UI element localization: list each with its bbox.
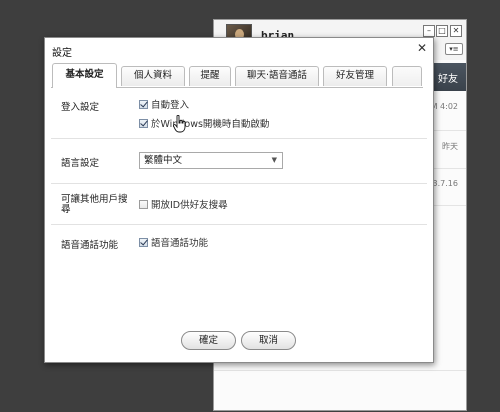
cancel-button[interactable]: 取消 — [241, 331, 296, 350]
tab-profile[interactable]: 個人資料 — [121, 66, 185, 86]
language-select-value: 繁體中文 — [144, 155, 183, 166]
tab-notifications[interactable]: 提醒 — [189, 66, 231, 86]
allow-id-search-checkbox[interactable] — [139, 199, 148, 209]
allow-id-search-option[interactable]: 開放ID供好友搜尋 — [139, 197, 228, 211]
menu-dropdown-icon[interactable]: ▾≡ — [445, 43, 463, 55]
tab-basic-settings[interactable]: 基本設定 — [52, 63, 117, 88]
auto-login-checkbox[interactable] — [139, 99, 148, 109]
settings-tabs: 基本設定 個人資料 提醒 聊天·語音通話 好友管理 — [51, 63, 423, 88]
voice-call-label: 語音通話功能 — [61, 240, 119, 251]
dialog-title: 設定 — [52, 48, 72, 59]
list-divider — [214, 370, 466, 371]
search-visibility-label: 可讓其他用戶搜尋 — [61, 194, 128, 215]
start-on-boot-checkbox[interactable] — [139, 118, 148, 128]
allow-id-search-label[interactable]: 開放ID供好友搜尋 — [151, 200, 228, 211]
section-divider — [51, 183, 427, 184]
tab-chat-voice[interactable]: 聊天·語音通話 — [235, 66, 319, 86]
ok-button[interactable]: 確定 — [181, 331, 236, 350]
tab-friends[interactable]: 好友 — [438, 70, 458, 85]
section-divider — [51, 224, 427, 225]
start-on-boot-option[interactable]: 於Windows開機時自動啟動 — [139, 116, 269, 130]
voice-call-option[interactable]: 語音通話功能 — [139, 235, 208, 249]
settings-dialog: 設定 ✕ 基本設定 個人資料 提醒 聊天·語音通話 好友管理 登入設定 自動登入… — [44, 37, 434, 363]
auto-login-label[interactable]: 自動登入 — [151, 100, 189, 111]
hand-cursor-icon — [173, 115, 186, 133]
language-settings-label: 語言設定 — [61, 158, 100, 169]
close-icon[interactable]: ✕ — [450, 25, 462, 37]
chat-time: 昨天 — [442, 142, 458, 151]
close-icon[interactable]: ✕ — [417, 41, 427, 55]
login-settings-label: 登入設定 — [61, 102, 100, 113]
chevron-down-icon: ▼ — [271, 156, 277, 164]
voice-call-checkbox[interactable] — [139, 237, 148, 247]
section-divider — [51, 138, 427, 139]
maximize-icon[interactable]: □ — [436, 25, 448, 37]
tab-strip-filler — [392, 66, 422, 86]
tab-friend-management[interactable]: 好友管理 — [323, 66, 387, 86]
language-select[interactable]: 繁體中文 ▼ — [139, 152, 283, 169]
voice-call-option-label[interactable]: 語音通話功能 — [151, 238, 208, 249]
auto-login-option[interactable]: 自動登入 — [139, 97, 189, 111]
start-on-boot-label[interactable]: 於Windows開機時自動啟動 — [151, 119, 269, 130]
minimize-icon[interactable]: – — [423, 25, 435, 37]
